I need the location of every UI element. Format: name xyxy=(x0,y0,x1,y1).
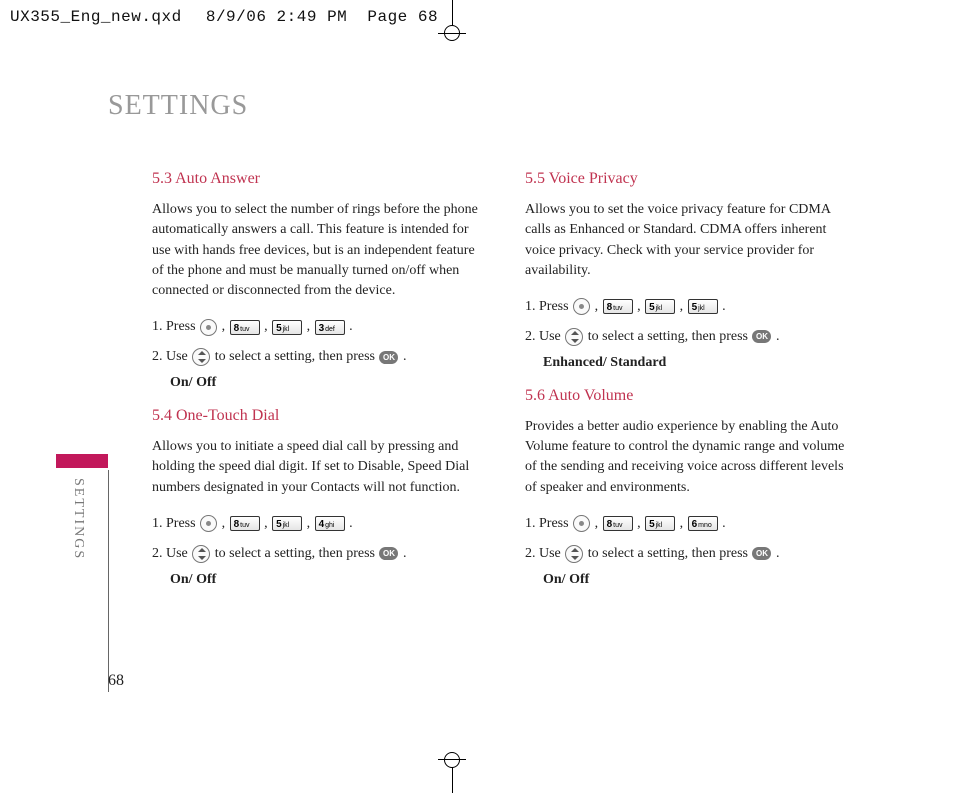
step-5-5-2: 2. Use to select a setting, then press O… xyxy=(525,325,858,349)
ok-key-icon: OK xyxy=(752,330,771,343)
options-5-6: On/ Off xyxy=(543,572,858,588)
options-5-5: Enhanced/ Standard xyxy=(543,355,858,371)
para-5-5: Allows you to set the voice privacy feat… xyxy=(525,200,858,281)
crop-mark-top-icon xyxy=(433,0,473,40)
center-key-icon xyxy=(573,298,590,315)
step-5-4-1: 1. Press , 8tuv , 5jkl , 4ghi . xyxy=(152,512,485,536)
step-5-6-2: 2. Use to select a setting, then press O… xyxy=(525,542,858,566)
ok-key-icon: OK xyxy=(379,547,398,560)
key-5-icon: 5jkl xyxy=(272,320,302,335)
center-key-icon xyxy=(200,319,217,336)
side-tab-rule xyxy=(108,470,109,692)
heading-5-3: 5.3 Auto Answer xyxy=(152,170,485,188)
para-5-4: Allows you to initiate a speed dial call… xyxy=(152,437,485,498)
center-key-icon xyxy=(573,515,590,532)
para-5-6: Provides a better audio experience by en… xyxy=(525,417,858,498)
step-5-3-1: 1. Press , 8tuv , 5jkl , 3def . xyxy=(152,315,485,339)
key-5-icon: 5jkl xyxy=(645,299,675,314)
key-5-icon: 5jkl xyxy=(688,299,718,314)
step-5-3-2: 2. Use to select a setting, then press O… xyxy=(152,345,485,369)
key-5-icon: 5jkl xyxy=(272,516,302,531)
print-header: UX355_Eng_new.qxd 8/9/06 2:49 PM Page 68 xyxy=(10,8,438,26)
header-page: Page 68 xyxy=(367,8,438,26)
page-number: 68 xyxy=(108,672,124,690)
options-5-4: On/ Off xyxy=(170,572,485,588)
ok-key-icon: OK xyxy=(752,547,771,560)
right-column: 5.5 Voice Privacy Allows you to set the … xyxy=(525,166,858,604)
heading-5-6: 5.6 Auto Volume xyxy=(525,387,858,405)
step-5-4-2: 2. Use to select a setting, then press O… xyxy=(152,542,485,566)
key-6-icon: 6mno xyxy=(688,516,718,531)
ok-key-icon: OK xyxy=(379,351,398,364)
key-8-icon: 8tuv xyxy=(230,320,260,335)
key-8-icon: 8tuv xyxy=(230,516,260,531)
header-filename: UX355_Eng_new.qxd xyxy=(10,8,182,26)
page-title: SETTINGS xyxy=(108,90,248,122)
content-columns: 5.3 Auto Answer Allows you to select the… xyxy=(152,166,858,604)
nav-key-icon xyxy=(565,328,583,346)
nav-key-icon xyxy=(565,545,583,563)
key-5-icon: 5jkl xyxy=(645,516,675,531)
nav-key-icon xyxy=(192,545,210,563)
step-5-6-1: 1. Press , 8tuv , 5jkl , 6mno . xyxy=(525,512,858,536)
header-timestamp: 8/9/06 2:49 PM xyxy=(206,8,347,26)
para-5-3: Allows you to select the number of rings… xyxy=(152,200,485,301)
crop-mark-bottom-icon xyxy=(433,753,473,793)
heading-5-4: 5.4 One-Touch Dial xyxy=(152,407,485,425)
center-key-icon xyxy=(200,515,217,532)
side-tab-label: SETTINGS xyxy=(70,478,86,560)
key-3-icon: 3def xyxy=(315,320,345,335)
nav-key-icon xyxy=(192,348,210,366)
left-column: 5.3 Auto Answer Allows you to select the… xyxy=(152,166,485,604)
step-5-5-1: 1. Press , 8tuv , 5jkl , 5jkl . xyxy=(525,295,858,319)
key-8-icon: 8tuv xyxy=(603,299,633,314)
options-5-3: On/ Off xyxy=(170,375,485,391)
heading-5-5: 5.5 Voice Privacy xyxy=(525,170,858,188)
key-8-icon: 8tuv xyxy=(603,516,633,531)
key-4-icon: 4ghi xyxy=(315,516,345,531)
side-tab-marker xyxy=(56,454,108,468)
